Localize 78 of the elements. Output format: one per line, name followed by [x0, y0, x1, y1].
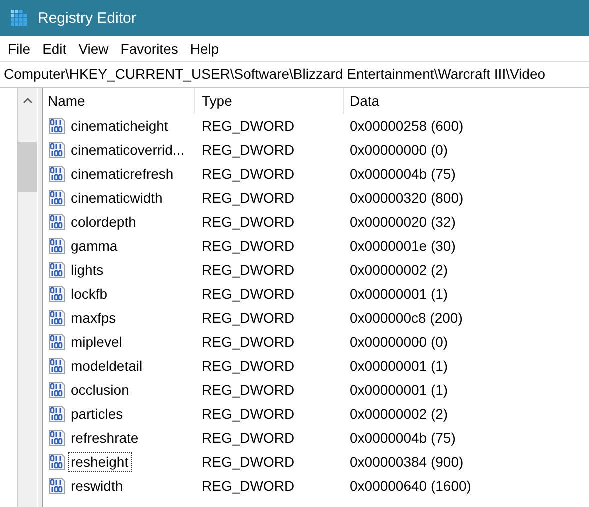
binary-value-icon: [48, 141, 66, 159]
value-data: 0x0000004b (75): [349, 429, 457, 448]
binary-value-icon: [48, 477, 66, 495]
value-data: 0x00000384 (900): [349, 453, 465, 472]
value-type: REG_DWORD: [201, 477, 296, 496]
value-name[interactable]: gamma: [68, 236, 121, 256]
value-name[interactable]: resheight: [68, 452, 132, 472]
value-type: REG_DWORD: [201, 189, 296, 208]
value-name[interactable]: cinematicoverrid...: [68, 140, 188, 160]
value-name[interactable]: cinematicrefresh: [68, 164, 177, 184]
binary-value-icon: [48, 429, 66, 447]
app-icon: [10, 9, 28, 27]
value-name[interactable]: occlusion: [68, 380, 132, 400]
binary-value-icon: [48, 453, 66, 471]
scroll-thumb[interactable]: [18, 142, 37, 192]
menu-item[interactable]: View: [72, 40, 115, 56]
binary-value-icon: [48, 165, 66, 183]
binary-value-icon: [48, 405, 66, 423]
scrollbar[interactable]: [17, 88, 37, 507]
value-data: 0x00000000 (0): [349, 333, 450, 352]
value-data: 0x00000640 (1600): [349, 477, 472, 496]
binary-value-icon: [48, 237, 66, 255]
value-name[interactable]: cinematicheight: [68, 116, 172, 136]
value-type: REG_DWORD: [201, 261, 296, 280]
value-data: 0x00000258 (600): [349, 117, 465, 136]
binary-value-icon: [48, 333, 66, 351]
value-type: REG_DWORD: [201, 285, 296, 304]
value-name[interactable]: reswidth: [68, 476, 126, 496]
value-name[interactable]: lights: [68, 260, 107, 280]
value-type: REG_DWORD: [201, 141, 296, 160]
scroll-up-icon[interactable]: [22, 97, 32, 104]
value-name[interactable]: maxfps: [68, 308, 120, 328]
binary-value-icon: [48, 357, 66, 375]
value-data: 0x00000001 (1): [349, 285, 450, 304]
binary-value-icon: [48, 261, 66, 279]
menu-item[interactable]: Edit: [36, 40, 73, 56]
binary-value-icon: [48, 309, 66, 327]
value-type: REG_DWORD: [201, 213, 296, 232]
value-name[interactable]: modeldetail: [68, 356, 146, 376]
value-name[interactable]: lockfb: [68, 284, 111, 304]
value-data: 0x00000001 (1): [349, 381, 450, 400]
column-header[interactable]: Name: [43, 88, 195, 114]
value-type: REG_DWORD: [201, 357, 296, 376]
address-bar[interactable]: Computer\HKEY_CURRENT_USER\Software\Blizzard Entertainment\Warcraft III\Video: [0, 61, 589, 88]
value-data: 0x00000001 (1): [349, 357, 450, 376]
menu-item[interactable]: Help: [184, 40, 226, 56]
value-type: REG_DWORD: [201, 429, 296, 448]
value-data: 0x000000c8 (200): [349, 309, 464, 328]
binary-value-icon: [48, 381, 66, 399]
value-type: REG_DWORD: [201, 453, 296, 472]
window-title: Registry Editor: [38, 10, 136, 26]
value-type: REG_DWORD: [201, 405, 296, 424]
menu-item[interactable]: File: [2, 40, 37, 56]
value-data: 0x00000320 (800): [349, 189, 465, 208]
value-name[interactable]: miplevel: [68, 332, 126, 352]
value-data: 0x00000020 (32): [349, 213, 457, 232]
value-data: 0x00000002 (2): [349, 261, 450, 280]
value-type: REG_DWORD: [201, 381, 296, 400]
value-data: 0x00000000 (0): [349, 141, 450, 160]
value-name[interactable]: cinematicwidth: [68, 188, 166, 208]
value-data: 0x0000001e (30): [349, 237, 457, 256]
value-type: REG_DWORD: [201, 333, 296, 352]
menu-item[interactable]: Favorites: [114, 40, 184, 56]
value-name[interactable]: colordepth: [68, 212, 140, 232]
binary-value-icon: [48, 189, 66, 207]
binary-value-icon: [48, 213, 66, 231]
value-type: REG_DWORD: [201, 165, 296, 184]
value-type: REG_DWORD: [201, 117, 296, 136]
value-type: REG_DWORD: [201, 237, 296, 256]
column-header[interactable]: Type: [195, 88, 344, 114]
value-data: 0x00000002 (2): [349, 405, 450, 424]
value-name[interactable]: refreshrate: [68, 428, 142, 448]
binary-value-icon: [48, 117, 66, 135]
value-data: 0x0000004b (75): [349, 165, 457, 184]
column-header[interactable]: Data: [344, 88, 589, 114]
value-type: REG_DWORD: [201, 309, 296, 328]
binary-value-icon: [48, 285, 66, 303]
value-name[interactable]: particles: [68, 404, 126, 424]
